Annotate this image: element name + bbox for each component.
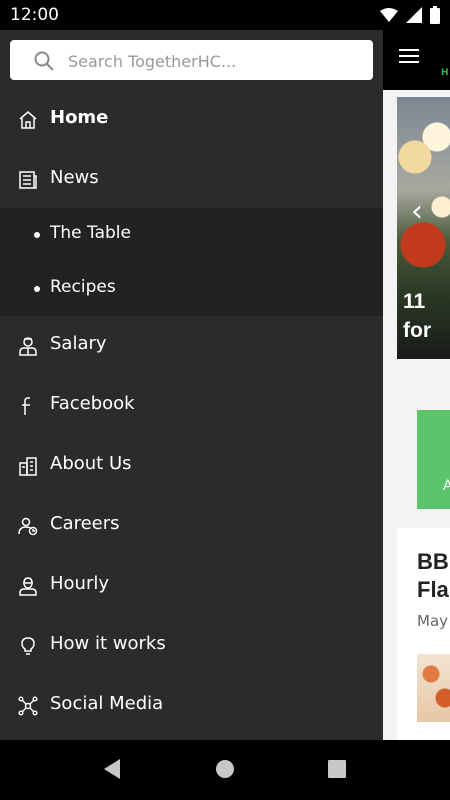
bullet-icon	[34, 286, 40, 292]
green-banner-text: A	[443, 478, 450, 494]
social-media-icon	[18, 696, 38, 716]
battery-icon	[430, 6, 440, 24]
lightbulb-icon	[18, 636, 38, 656]
careers-icon	[18, 516, 38, 536]
menu-item-facebook[interactable]: Facebook	[0, 376, 383, 436]
article-card[interactable]: BB Fla May	[397, 528, 450, 740]
submenu-item-recipes[interactable]: Recipes	[0, 262, 383, 316]
menu-icon[interactable]	[399, 48, 419, 68]
facebook-icon	[18, 396, 38, 416]
salary-icon	[18, 336, 38, 356]
main-content: H ‹ 11 for A BB Fla May	[383, 30, 450, 740]
search-container	[0, 30, 383, 90]
menu-item-label: How it works	[50, 633, 166, 654]
search-input[interactable]	[66, 47, 360, 75]
menu-item-hourly[interactable]: Hourly	[0, 556, 383, 616]
search-box[interactable]	[10, 40, 373, 80]
article-title: BB Fla	[417, 548, 449, 604]
back-icon[interactable]	[102, 758, 122, 784]
menu-item-label: Salary	[50, 333, 107, 354]
status-time: 12:00	[10, 5, 59, 25]
navigation-drawer: Home News The Table Recipes Salary Faceb…	[0, 30, 383, 740]
menu-item-how-it-works[interactable]: How it works	[0, 616, 383, 676]
wifi-icon	[380, 8, 398, 22]
submenu-item-label: Recipes	[50, 277, 116, 297]
menu-item-salary[interactable]: Salary	[0, 316, 383, 376]
article-title-line2: Fla	[417, 577, 449, 602]
menu-item-label: About Us	[50, 453, 132, 474]
app-bar: H	[383, 30, 450, 90]
hero-carousel[interactable]: ‹ 11 for	[397, 97, 450, 359]
article-title-line1: BB	[417, 549, 449, 574]
submenu-item-the-table[interactable]: The Table	[0, 208, 383, 262]
home-icon	[18, 110, 38, 130]
signal-icon	[406, 7, 422, 23]
menu-item-social-media[interactable]: Social Media	[0, 676, 383, 736]
status-bar: 12:00	[0, 0, 450, 30]
green-banner[interactable]: A	[417, 410, 450, 509]
status-icons	[380, 6, 440, 24]
menu-item-label: Facebook	[50, 393, 135, 414]
submenu-item-label: The Table	[50, 223, 131, 243]
menu-item-careers[interactable]: Careers	[0, 496, 383, 556]
hero-caption-line2: for	[403, 319, 431, 342]
bullet-icon	[34, 232, 40, 238]
menu-item-news[interactable]: News	[0, 150, 383, 210]
app-bar-logo-text: H	[441, 68, 449, 78]
news-icon	[18, 170, 38, 190]
hero-caption: 11 for	[403, 287, 431, 345]
news-submenu: The Table Recipes	[0, 208, 383, 316]
recents-icon[interactable]	[327, 758, 347, 784]
menu-item-home[interactable]: Home	[0, 90, 383, 150]
menu-item-label: News	[50, 167, 99, 188]
menu-item-label: Social Media	[50, 693, 164, 714]
menu-item-label: Hourly	[50, 573, 110, 594]
chevron-left-icon[interactable]: ‹	[411, 197, 423, 227]
menu-item-label: Careers	[50, 513, 120, 534]
about-us-icon	[18, 456, 38, 476]
hero-caption-line1: 11	[403, 290, 426, 313]
article-thumbnail	[417, 654, 450, 722]
menu-item-about-us[interactable]: About Us	[0, 436, 383, 496]
article-date: May	[417, 612, 449, 630]
hourly-icon	[18, 576, 38, 596]
home-nav-icon[interactable]	[215, 758, 235, 784]
system-navigation-bar	[0, 740, 450, 800]
search-icon	[34, 51, 54, 75]
menu-item-label: Home	[50, 107, 109, 128]
